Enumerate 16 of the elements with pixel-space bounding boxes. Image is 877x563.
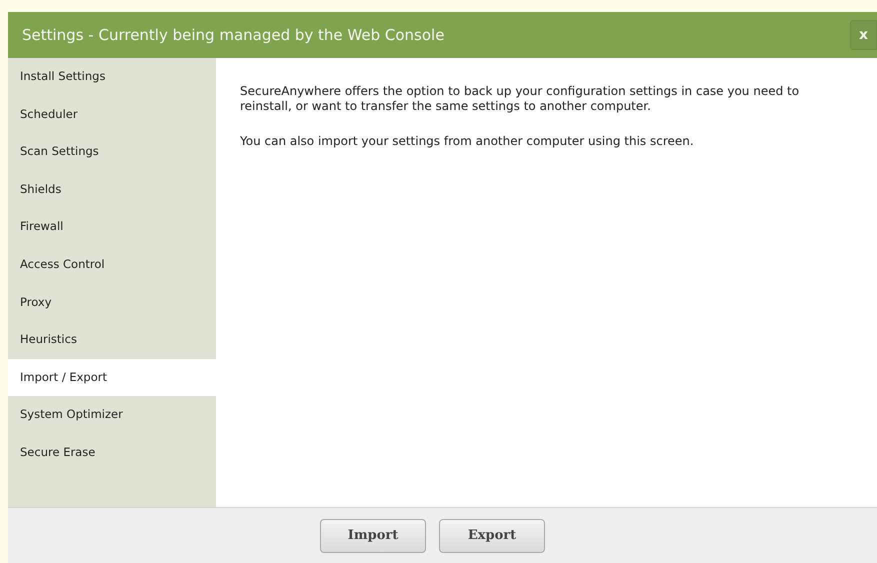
sidebar-item[interactable]: Heuristics <box>8 321 216 359</box>
sidebar-item[interactable]: Secure Erase <box>8 434 216 472</box>
description-text: SecureAnywhere offers the option to back up your configuration settings in case you need to reinstall, or want to transfer the same settings to another computer. <box>240 84 800 114</box>
window-title: Settings - Currently being managed by the Web Console <box>22 26 444 44</box>
sidebar-item[interactable]: Access Control <box>8 246 216 284</box>
sidebar-item[interactable]: Install Settings <box>8 58 216 96</box>
sidebar-item[interactable]: Proxy <box>8 284 216 322</box>
sidebar-item[interactable]: Firewall <box>8 208 216 246</box>
sidebar-item[interactable]: Scheduler <box>8 96 216 134</box>
import-button[interactable]: Import <box>320 518 426 552</box>
sidebar-item[interactable]: Shields <box>8 170 216 208</box>
sidebar-item[interactable]: System Optimizer <box>8 396 216 434</box>
description-text: You can also import your settings from another computer using this screen. <box>240 134 695 149</box>
sidebar-item[interactable]: Scan Settings <box>8 133 216 171</box>
sidebar-item[interactable]: Import / Export <box>8 358 216 396</box>
export-button[interactable]: Export <box>439 518 545 552</box>
